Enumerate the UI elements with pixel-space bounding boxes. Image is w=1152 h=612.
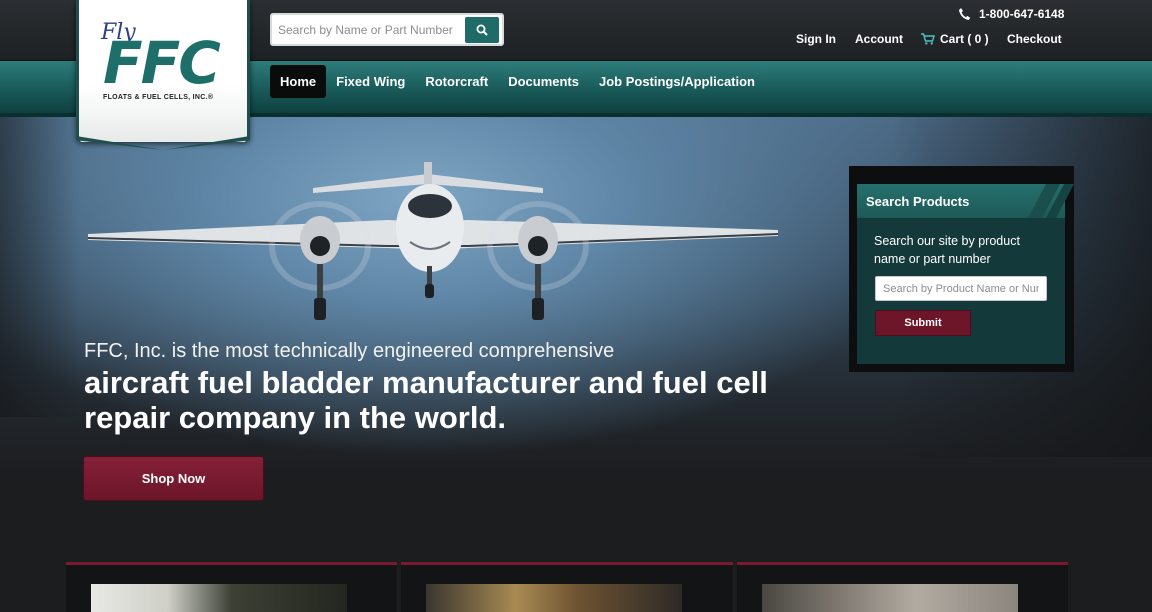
logo-tagline: FLOATS & FUEL CELLS, INC.® bbox=[103, 94, 214, 101]
search-products-description: Search our site by product name or part … bbox=[874, 234, 1020, 266]
hero-intro-text: FFC, Inc. is the most technically engine… bbox=[84, 340, 615, 362]
cart-label: Cart ( 0 ) bbox=[940, 32, 989, 46]
shop-now-button[interactable]: Shop Now bbox=[83, 456, 264, 501]
card-image-1 bbox=[91, 584, 347, 612]
hero-headline: aircraft fuel bladder manufacturer and f… bbox=[84, 365, 768, 435]
phone-number[interactable]: 1-800-647-6148 bbox=[958, 7, 1064, 21]
site-logo[interactable]: Fly FFC FLOATS & FUEL CELLS, INC.® bbox=[76, 0, 250, 142]
nav-rotorcraft[interactable]: Rotorcraft bbox=[415, 65, 498, 98]
main-nav: Home Fixed Wing Rotorcraft Documents Job… bbox=[270, 65, 765, 98]
logo-ffc-text: FFC bbox=[103, 29, 221, 97]
phone-text: 1-800-647-6148 bbox=[979, 7, 1065, 21]
search-icon bbox=[476, 24, 488, 36]
feature-card-1[interactable] bbox=[66, 562, 398, 612]
search-products-panel: Search Products Search our site by produ… bbox=[849, 166, 1075, 372]
cart-icon bbox=[921, 33, 935, 45]
phone-icon bbox=[959, 8, 971, 20]
hero-shade-left bbox=[0, 117, 80, 417]
search-products-inner: Search Products Search our site by produ… bbox=[857, 184, 1075, 364]
cart-link[interactable]: Cart ( 0 ) bbox=[921, 32, 989, 46]
nav-job-postings[interactable]: Job Postings/Application bbox=[589, 65, 765, 98]
account-link[interactable]: Account bbox=[855, 32, 903, 46]
product-search-input[interactable] bbox=[876, 277, 1046, 300]
product-search-field bbox=[875, 276, 1047, 301]
feature-card-2[interactable] bbox=[401, 562, 733, 612]
airplane-image bbox=[88, 162, 779, 320]
card-image-2 bbox=[426, 584, 683, 612]
card-image-3 bbox=[761, 584, 1018, 612]
nav-documents[interactable]: Documents bbox=[498, 65, 589, 98]
checkout-link[interactable]: Checkout bbox=[1007, 32, 1062, 46]
nav-fixed-wing[interactable]: Fixed Wing bbox=[326, 65, 415, 98]
feature-card-3[interactable] bbox=[736, 562, 1068, 612]
feature-cards bbox=[66, 562, 1068, 612]
search-products-header: Search Products bbox=[857, 184, 1075, 218]
sign-in-link[interactable]: Sign In bbox=[796, 32, 836, 46]
header-search bbox=[270, 13, 504, 46]
nav-home[interactable]: Home bbox=[270, 65, 327, 98]
search-products-title: Search Products bbox=[866, 194, 970, 209]
header-search-button[interactable] bbox=[465, 17, 499, 43]
product-search-submit-button[interactable]: Submit bbox=[875, 310, 971, 336]
header-search-input[interactable] bbox=[278, 20, 464, 40]
